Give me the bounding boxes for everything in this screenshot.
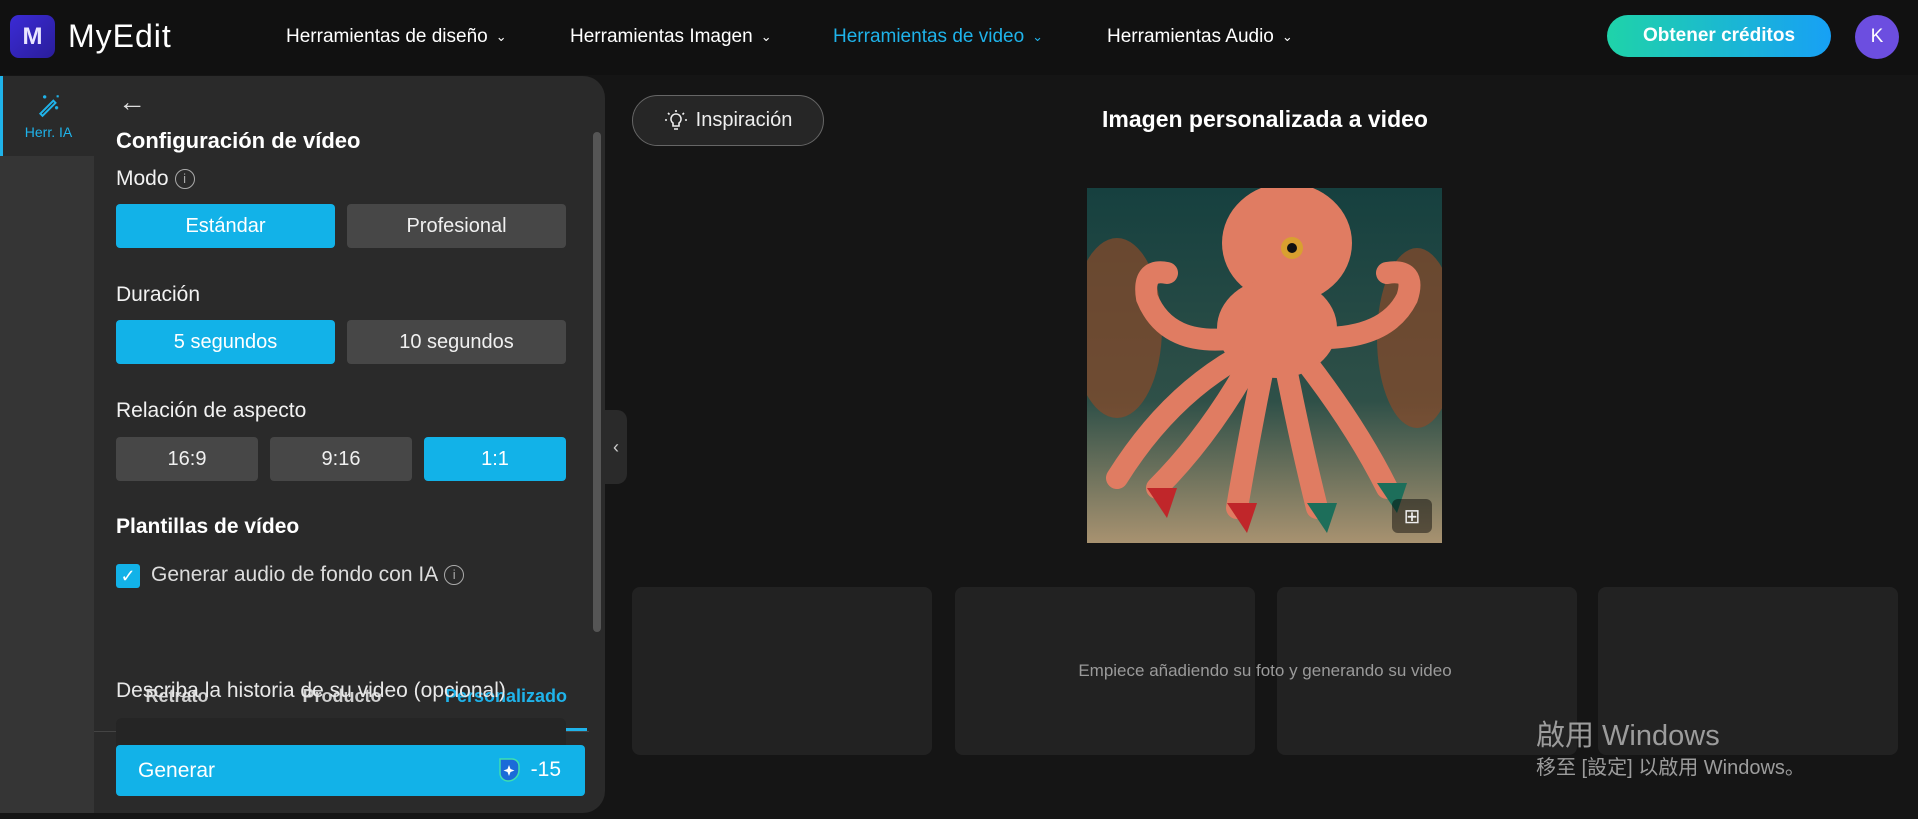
- panel-scrollbar[interactable]: [593, 132, 601, 632]
- templates-title: Plantillas de vídeo: [116, 515, 300, 538]
- info-icon[interactable]: i: [444, 565, 465, 586]
- aspect-ratio-label: Relación de aspecto: [116, 399, 307, 422]
- windows-activation-hint: 移至 [設定] 以啟用 Windows。: [1536, 757, 1805, 779]
- nav-label: Herramientas Imagen: [570, 26, 753, 47]
- aspect-16-9-button[interactable]: 16:9: [116, 437, 258, 481]
- duration-5s-button[interactable]: 5 segundos: [116, 320, 335, 364]
- back-arrow-icon[interactable]: ←: [118, 86, 146, 118]
- mode-professional-button[interactable]: Profesional: [347, 204, 566, 248]
- mode-standard-button[interactable]: Estándar: [116, 204, 335, 248]
- get-credits-button[interactable]: Obtener créditos: [1607, 15, 1831, 57]
- rail-item-ai-tools[interactable]: Herr. IA: [0, 76, 94, 156]
- octopus-image: [1087, 188, 1442, 543]
- inspiration-button[interactable]: Inspiración: [632, 95, 824, 146]
- story-label: Describa la historia de su video (opcion…: [116, 679, 506, 702]
- mode-label: Modo i: [116, 167, 195, 191]
- nav-label: Herramientas de diseño: [286, 26, 488, 47]
- uploaded-image: ⊞: [1087, 188, 1442, 543]
- nav-image-tools[interactable]: Herramientas Imagen ⌄: [570, 26, 772, 48]
- nav-label: Herramientas Audio: [1107, 26, 1274, 47]
- chevron-down-icon: ⌄: [760, 29, 772, 44]
- avatar[interactable]: K: [1855, 15, 1899, 59]
- duration-10s-button[interactable]: 10 segundos: [347, 320, 566, 364]
- aspect-9-16-button[interactable]: 9:16: [270, 437, 412, 481]
- nav-video-tools[interactable]: Herramientas de video ⌄: [833, 26, 1043, 48]
- main-title: Imagen personalizada a video: [1102, 106, 1428, 132]
- myedit-logo[interactable]: M: [10, 15, 55, 58]
- duration-label: Duración: [116, 283, 201, 306]
- chevron-down-icon: ⌄: [1281, 29, 1293, 44]
- magic-wand-icon: [38, 95, 59, 118]
- top-bar: M MyEdit Herramientas de diseño ⌄ Herrami…: [0, 0, 1918, 75]
- credit-cost: -15: [497, 757, 561, 783]
- nav-label: Herramientas de video: [833, 26, 1025, 47]
- rail-item-label: Herr. IA: [24, 124, 73, 140]
- audio-checkbox-label: Generar audio de fondo con IA i: [151, 563, 465, 587]
- mode-label-text: Modo: [116, 167, 169, 190]
- cost-value: -15: [530, 758, 561, 781]
- panel-title: Configuración de vídeo: [116, 128, 361, 153]
- collapse-panel-chevron-icon[interactable]: ‹: [605, 410, 627, 484]
- empty-state-text: Empiece añadiendo su foto y generando su…: [1078, 661, 1452, 680]
- chevron-down-icon: ⌄: [1032, 29, 1044, 44]
- generate-button[interactable]: Generar -15: [116, 745, 585, 796]
- lightbulb-icon: [664, 109, 687, 130]
- aspect-1-1-button[interactable]: 1:1: [424, 437, 566, 481]
- tool-rail: Herr. IA: [0, 76, 94, 813]
- audio-label-text: Generar audio de fondo con IA: [151, 563, 439, 586]
- nav-audio-tools[interactable]: Herramientas Audio ⌄: [1107, 26, 1293, 48]
- audio-checkbox[interactable]: ✓: [116, 564, 140, 588]
- inspiration-label: Inspiración: [695, 109, 793, 131]
- windows-activation-title: 啟用 Windows: [1536, 720, 1720, 752]
- brand-name[interactable]: MyEdit: [68, 18, 172, 55]
- settings-panel: Herr. IA ← Configuración de vídeo Modo i …: [0, 76, 605, 813]
- chevron-down-icon: ⌄: [495, 29, 507, 44]
- result-slot: [632, 587, 932, 755]
- generate-label: Generar: [138, 758, 216, 782]
- nav-design-tools[interactable]: Herramientas de diseño ⌄: [286, 26, 507, 48]
- info-icon[interactable]: i: [174, 169, 195, 190]
- crop-icon[interactable]: ⊞: [1392, 499, 1432, 533]
- credit-shield-icon: [498, 758, 520, 782]
